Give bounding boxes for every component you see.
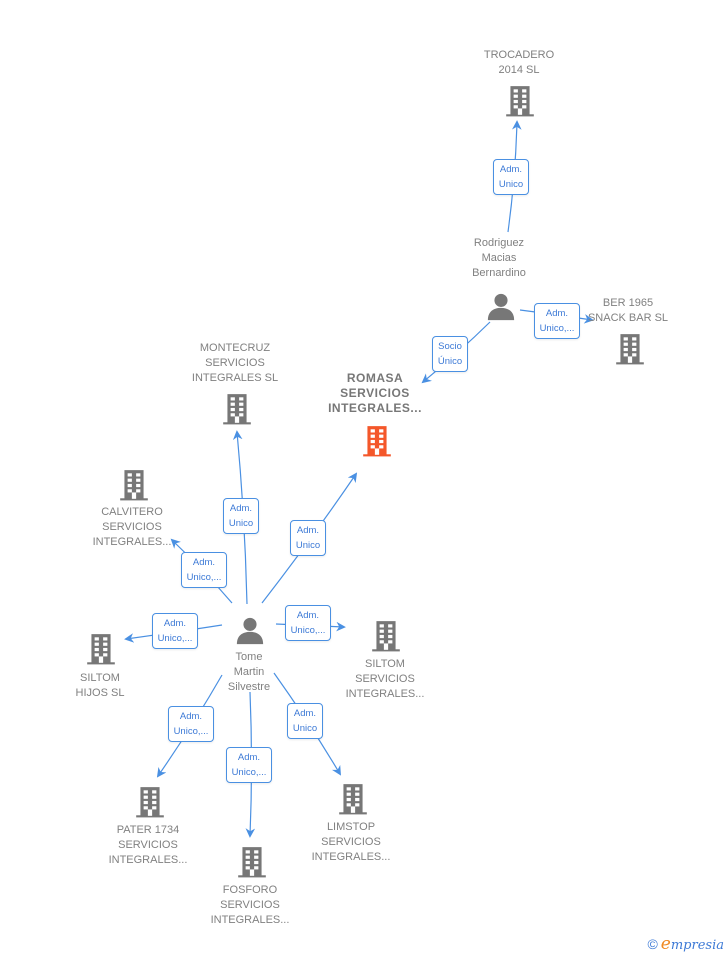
node-label-romasa[interactable]: ROMASA SERVICIOS INTEGRALES... xyxy=(328,371,422,416)
node-label-pater1734[interactable]: PATER 1734 SERVICIOS INTEGRALES... xyxy=(109,823,188,868)
building-icon-trocadero[interactable] xyxy=(506,86,534,117)
footer-brand: © empresia xyxy=(647,934,724,954)
building-icon-montecruz[interactable] xyxy=(223,394,251,425)
brand-name: mpresia xyxy=(670,938,724,953)
node-label-ber1965[interactable]: BER 1965 SNACK BAR SL xyxy=(588,296,668,326)
building-icon-calvitero[interactable] xyxy=(120,470,148,501)
edge-label-tome-to-pater1734[interactable]: Adm. Unico,... xyxy=(167,706,215,742)
building-icon-limstop[interactable] xyxy=(339,784,367,815)
edge-label-rodriguez-to-ber1965[interactable]: Adm. Unico,... xyxy=(533,303,581,339)
building-icon-romasa[interactable] xyxy=(363,426,391,457)
node-label-siltom_servicios[interactable]: SILTOM SERVICIOS INTEGRALES... xyxy=(346,657,425,702)
node-label-fosforo[interactable]: FOSFORO SERVICIOS INTEGRALES... xyxy=(211,883,290,928)
node-label-rodriguez[interactable]: Rodriguez Macias Bernardino xyxy=(472,236,526,281)
edge-label-tome-to-limstop[interactable]: Adm. Unico xyxy=(286,703,324,739)
building-icon-ber1965[interactable] xyxy=(616,334,644,365)
node-label-limstop[interactable]: LIMSTOP SERVICIOS INTEGRALES... xyxy=(312,820,391,865)
node-label-siltom_hijos[interactable]: SILTOM HIJOS SL xyxy=(76,671,125,701)
node-label-montecruz[interactable]: MONTECRUZ SERVICIOS INTEGRALES SL xyxy=(192,341,278,386)
copyright-icon: © xyxy=(647,936,658,952)
edge-label-tome-to-montecruz[interactable]: Adm. Unico xyxy=(222,498,260,534)
node-label-tome[interactable]: Tome Martin Silvestre xyxy=(228,650,270,695)
edge-label-tome-to-romasa[interactable]: Adm. Unico xyxy=(289,520,327,556)
building-icon-siltom_hijos[interactable] xyxy=(87,634,115,665)
edge-label-rodriguez-to-romasa[interactable]: Socio Único xyxy=(431,336,469,372)
edge-label-rodriguez-to-trocadero[interactable]: Adm. Unico xyxy=(492,159,530,195)
edge-label-tome-to-fosforo[interactable]: Adm. Unico,... xyxy=(225,747,273,783)
edge-label-tome-to-siltom_hijos[interactable]: Adm. Unico,... xyxy=(151,613,199,649)
edge-label-tome-to-siltom_servicios[interactable]: Adm. Unico,... xyxy=(284,605,332,641)
brand-logo-initial: e xyxy=(660,934,671,954)
edge-label-tome-to-calvitero[interactable]: Adm. Unico,... xyxy=(180,552,228,588)
node-label-trocadero[interactable]: TROCADERO 2014 SL xyxy=(484,48,554,78)
building-icon-siltom_servicios[interactable] xyxy=(372,621,400,652)
building-icon-pater1734[interactable] xyxy=(136,787,164,818)
person-icon-rodriguez[interactable] xyxy=(487,293,515,321)
building-icon-fosforo[interactable] xyxy=(238,847,266,878)
person-icon-tome[interactable] xyxy=(236,617,264,645)
node-label-calvitero[interactable]: CALVITERO SERVICIOS INTEGRALES... xyxy=(93,505,172,550)
relationship-graph xyxy=(87,86,644,878)
